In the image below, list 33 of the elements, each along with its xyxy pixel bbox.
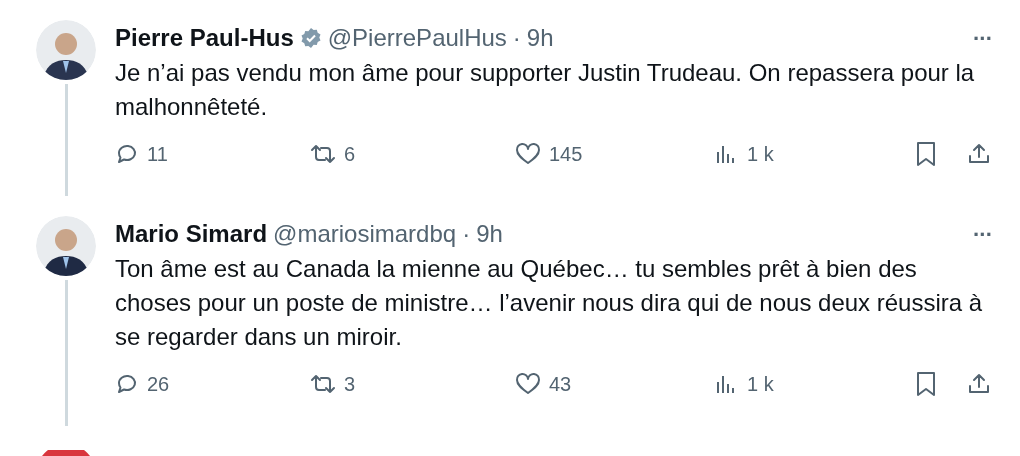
like-count[interactable]: 43	[549, 369, 572, 399]
post-text: Ton âme est au Canada la mienne au Québec… tu sembles prêt à bien des choses pour un poste de ministre… l’avenir nous dira qui de nous deux réussira à se regarder dans un miroir.	[115, 254, 984, 352]
repost-icon	[310, 142, 336, 166]
post-text: Je n’ai pas vendu mon âme pour supporter Justin Trudeau. On repassera pour la malhonnêteté.	[115, 58, 976, 122]
repost-count[interactable]: 6	[344, 139, 356, 169]
verified-badge-icon	[299, 27, 322, 49]
like-count[interactable]: 145	[549, 139, 583, 169]
post-time[interactable]: 9h	[476, 216, 503, 252]
view-count[interactable]: 1 k	[747, 139, 774, 169]
post-time[interactable]: 9h	[526, 20, 554, 56]
user-handle[interactable]: @PierrePaulHus	[327, 20, 507, 56]
reply-count[interactable]: 11	[147, 139, 168, 169]
reply-icon	[115, 142, 139, 166]
more-options-button[interactable]: ···	[973, 217, 992, 251]
share-icon[interactable]	[967, 142, 991, 166]
repost-count[interactable]: 3	[344, 369, 356, 399]
reply-icon	[115, 372, 139, 396]
bar-chart-icon	[715, 373, 737, 395]
view-count[interactable]: 1 k	[747, 369, 774, 399]
share-icon[interactable]	[967, 372, 991, 396]
separator-dot: ·	[512, 23, 521, 53]
display-name[interactable]: Pierre Paul-Hus	[115, 20, 294, 56]
bookmark-icon[interactable]	[915, 141, 937, 167]
heart-icon	[515, 142, 541, 166]
bookmark-icon[interactable]	[915, 371, 937, 397]
heart-icon	[515, 372, 541, 396]
repost-icon	[310, 372, 336, 396]
more-options-button[interactable]: ···	[973, 21, 992, 55]
reply-count[interactable]: 26	[147, 369, 170, 399]
user-handle[interactable]: @mariosimardbq	[273, 216, 457, 252]
display-name[interactable]: Mario Simard	[115, 216, 268, 252]
bar-chart-icon	[715, 143, 737, 165]
separator-dot: ·	[462, 219, 471, 249]
